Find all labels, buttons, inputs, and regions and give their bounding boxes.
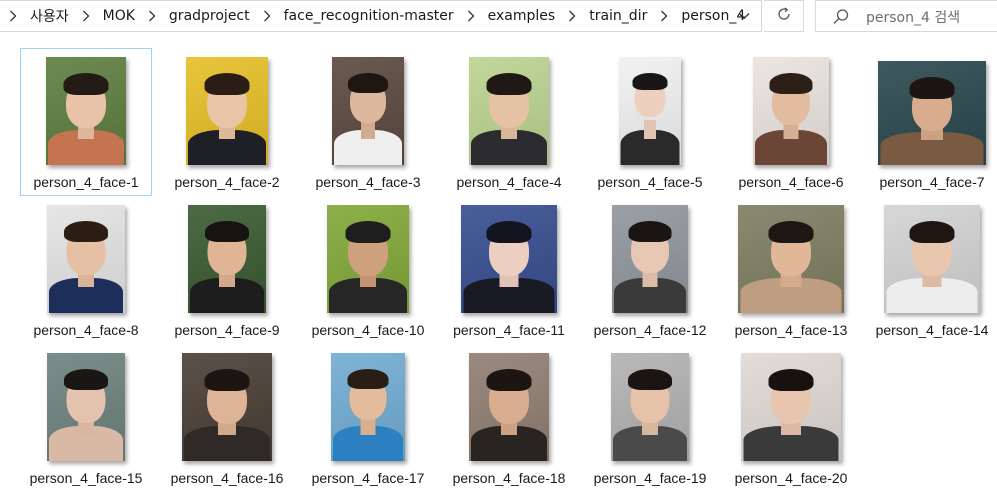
- file-name: person_4_face-19: [593, 470, 707, 486]
- file-item[interactable]: person_4_face-10: [302, 196, 434, 344]
- file-item[interactable]: person_4_face-9: [161, 196, 293, 344]
- file-name: person_4_face-14: [875, 322, 989, 338]
- file-item[interactable]: person_4_face-8: [20, 196, 152, 344]
- file-item[interactable]: person_4_face-19: [584, 344, 716, 492]
- image-thumbnail: [331, 353, 405, 461]
- chevron-right-icon[interactable]: [649, 10, 679, 22]
- chevron-right-icon[interactable]: [456, 10, 486, 22]
- image-thumbnail: [186, 57, 268, 165]
- chevron-down-icon[interactable]: [729, 1, 759, 31]
- breadcrumb-item[interactable]: face_recognition-master: [282, 8, 456, 24]
- file-grid: person_4_face-1 person_4_face-2 person_4_f…: [0, 0, 997, 502]
- file-item[interactable]: person_4_face-18: [443, 344, 575, 492]
- file-item[interactable]: person_4_face-4: [443, 48, 575, 196]
- chevron-right-icon[interactable]: [557, 10, 587, 22]
- file-item[interactable]: person_4_face-20: [725, 344, 857, 492]
- image-thumbnail: [738, 205, 844, 313]
- search-icon: [832, 8, 850, 30]
- file-name: person_4_face-7: [879, 174, 985, 190]
- image-thumbnail: [469, 57, 549, 165]
- image-thumbnail: [741, 353, 841, 461]
- image-thumbnail: [469, 353, 549, 461]
- file-item[interactable]: person_4_face-6: [725, 48, 857, 196]
- image-thumbnail: [47, 353, 125, 461]
- breadcrumb-item[interactable]: examples: [486, 8, 558, 24]
- navigation-bar: 사용자 MOK gradproject face_recognition-mas…: [0, 0, 997, 32]
- search-input[interactable]: person_4 검색: [866, 7, 960, 27]
- file-name: person_4_face-9: [174, 322, 280, 338]
- image-thumbnail: [884, 205, 980, 313]
- file-item[interactable]: person_4_face-15: [20, 344, 152, 492]
- file-name: person_4_face-17: [311, 470, 425, 486]
- breadcrumb-item[interactable]: train_dir: [587, 8, 649, 24]
- file-item[interactable]: person_4_face-7: [866, 48, 997, 196]
- chevron-right-icon[interactable]: [71, 10, 101, 22]
- breadcrumb: 사용자 MOK gradproject face_recognition-mas…: [0, 1, 747, 31]
- image-thumbnail: [46, 57, 126, 165]
- file-name: person_4_face-12: [593, 322, 707, 338]
- file-item[interactable]: person_4_face-5: [584, 48, 716, 196]
- file-item[interactable]: person_4_face-3: [302, 48, 434, 196]
- file-item[interactable]: person_4_face-12: [584, 196, 716, 344]
- file-item[interactable]: person_4_face-13: [725, 196, 857, 344]
- address-bar[interactable]: 사용자 MOK gradproject face_recognition-mas…: [0, 0, 762, 32]
- image-thumbnail: [332, 57, 404, 165]
- file-item[interactable]: person_4_face-11: [443, 196, 575, 344]
- file-name: person_4_face-3: [315, 174, 421, 190]
- file-name: person_4_face-4: [456, 174, 562, 190]
- file-name: person_4_face-11: [453, 322, 565, 338]
- image-thumbnail: [182, 353, 272, 461]
- chevron-right-icon[interactable]: [0, 10, 28, 22]
- breadcrumb-item[interactable]: 사용자: [28, 6, 71, 26]
- file-name: person_4_face-18: [452, 470, 566, 486]
- file-item[interactable]: person_4_face-2: [161, 48, 293, 196]
- file-item[interactable]: person_4_face-1: [20, 48, 152, 196]
- file-item[interactable]: person_4_face-17: [302, 344, 434, 492]
- image-thumbnail: [611, 353, 689, 461]
- image-thumbnail: [612, 205, 688, 313]
- image-thumbnail: [753, 57, 829, 165]
- file-name: person_4_face-15: [29, 470, 143, 486]
- file-name: person_4_face-1: [33, 174, 139, 190]
- breadcrumb-item[interactable]: gradproject: [167, 8, 252, 24]
- file-name: person_4_face-2: [174, 174, 280, 190]
- image-thumbnail: [878, 61, 986, 165]
- file-item[interactable]: person_4_face-14: [866, 196, 997, 344]
- image-thumbnail: [619, 57, 681, 165]
- file-name: person_4_face-8: [33, 322, 139, 338]
- file-item[interactable]: person_4_face-16: [161, 344, 293, 492]
- file-name: person_4_face-13: [734, 322, 848, 338]
- file-name: person_4_face-5: [597, 174, 703, 190]
- image-thumbnail: [327, 205, 409, 313]
- image-thumbnail: [188, 205, 266, 313]
- file-name: person_4_face-6: [738, 174, 844, 190]
- image-thumbnail: [461, 205, 557, 313]
- file-name: person_4_face-20: [734, 470, 848, 486]
- chevron-right-icon[interactable]: [137, 10, 167, 22]
- file-name: person_4_face-16: [170, 470, 284, 486]
- chevron-right-icon[interactable]: [252, 10, 282, 22]
- breadcrumb-item[interactable]: MOK: [101, 8, 137, 24]
- image-thumbnail: [47, 205, 125, 313]
- refresh-button[interactable]: [764, 0, 804, 32]
- refresh-icon: [776, 6, 792, 26]
- search-box[interactable]: person_4 검색: [815, 0, 997, 32]
- file-name: person_4_face-10: [311, 322, 425, 338]
